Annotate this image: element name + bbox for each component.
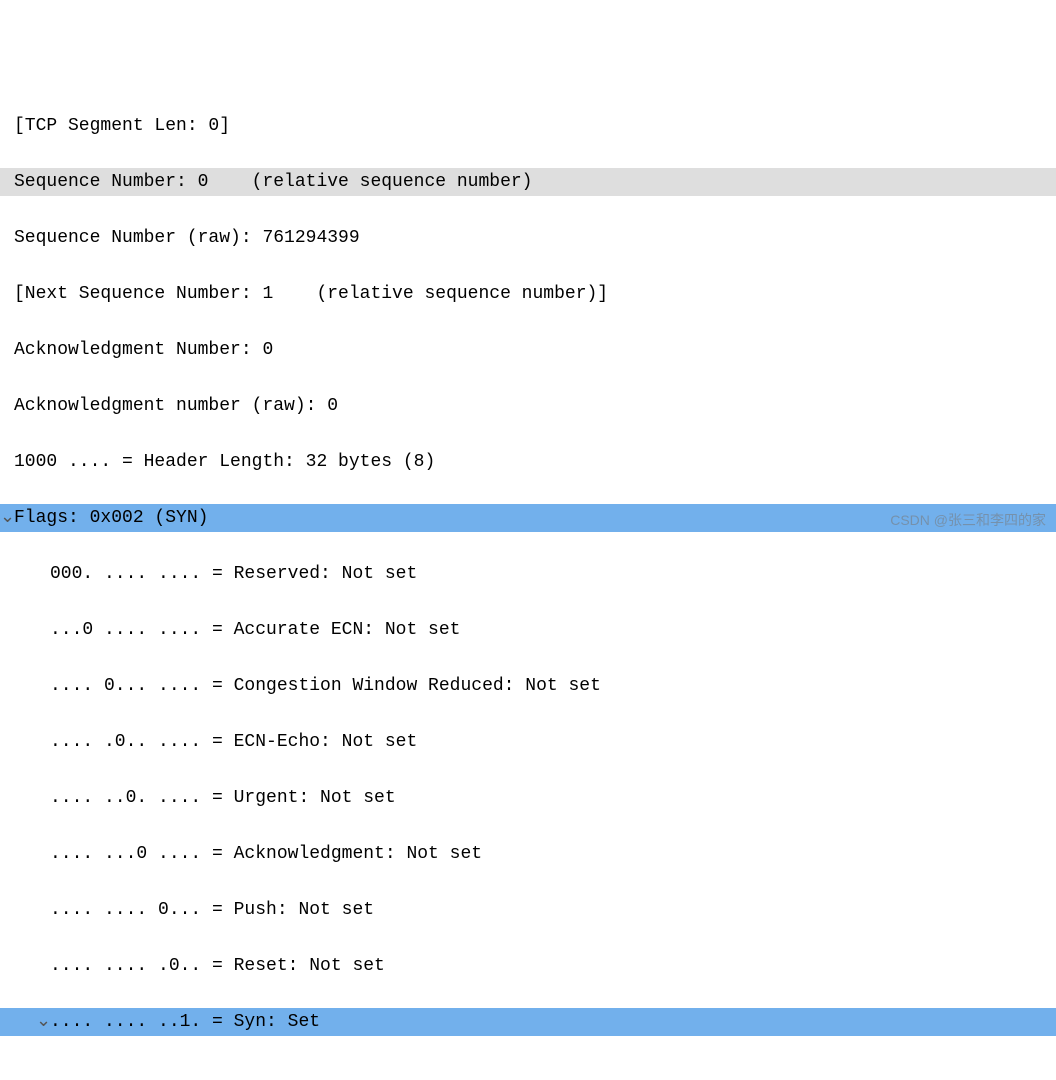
field-text: .... .... 0... = Push: Not set <box>50 896 374 924</box>
field-text: .... ..0. .... = Urgent: Not set <box>50 784 396 812</box>
flag-ack[interactable]: .... ...0 .... = Acknowledgment: Not set <box>0 840 1056 868</box>
watermark-text: CSDN @张三和李四的家 <box>890 506 1046 534</box>
flag-reset[interactable]: .... .... .0.. = Reset: Not set <box>0 952 1056 980</box>
acknowledgment-number-raw[interactable]: Acknowledgment number (raw): 0 <box>0 392 1056 420</box>
flag-ecn-echo[interactable]: .... .0.. .... = ECN-Echo: Not set <box>0 728 1056 756</box>
chevron-down-icon[interactable]: ⌄ <box>0 504 14 532</box>
tcp-segment-len[interactable]: [TCP Segment Len: 0] <box>0 112 1056 140</box>
next-sequence-number[interactable]: [Next Sequence Number: 1 (relative seque… <box>0 280 1056 308</box>
flag-push[interactable]: .... .... 0... = Push: Not set <box>0 896 1056 924</box>
header-length[interactable]: 1000 .... = Header Length: 32 bytes (8) <box>0 448 1056 476</box>
sequence-number-raw[interactable]: Sequence Number (raw): 761294399 <box>0 224 1056 252</box>
field-text: 000. .... .... = Reserved: Not set <box>50 560 417 588</box>
field-text: .... .... ..1. = Syn: Set <box>50 1008 320 1036</box>
field-text: 1000 .... = Header Length: 32 bytes (8) <box>14 448 435 476</box>
field-text: Acknowledgment number (raw): 0 <box>14 392 338 420</box>
sequence-number-relative[interactable]: Sequence Number: 0 (relative sequence nu… <box>0 168 1056 196</box>
field-text: [TCP Segment Len: 0] <box>14 112 230 140</box>
field-text: .... ...0 .... = Acknowledgment: Not set <box>50 840 482 868</box>
field-text: Flags: 0x002 (SYN) <box>14 504 208 532</box>
field-text: .... .0.. .... = ECN-Echo: Not set <box>50 728 417 756</box>
field-text: Sequence Number (raw): 761294399 <box>14 224 360 252</box>
flag-cwr[interactable]: .... 0... .... = Congestion Window Reduc… <box>0 672 1056 700</box>
field-text: .... 0... .... = Congestion Window Reduc… <box>50 672 601 700</box>
field-text: Sequence Number: 0 (relative sequence nu… <box>14 168 532 196</box>
field-text: .... .... .0.. = Reset: Not set <box>50 952 385 980</box>
field-text: Acknowledgment Number: 0 <box>14 336 273 364</box>
flag-syn-row[interactable]: ⌄.... .... ..1. = Syn: Set <box>0 1008 1056 1036</box>
chevron-down-icon[interactable]: ⌄ <box>36 1008 50 1036</box>
flag-urgent[interactable]: .... ..0. .... = Urgent: Not set <box>0 784 1056 812</box>
field-text: [Next Sequence Number: 1 (relative seque… <box>14 280 608 308</box>
flag-accurate-ecn[interactable]: ...0 .... .... = Accurate ECN: Not set <box>0 616 1056 644</box>
acknowledgment-number[interactable]: Acknowledgment Number: 0 <box>0 336 1056 364</box>
flag-reserved[interactable]: 000. .... .... = Reserved: Not set <box>0 560 1056 588</box>
field-text: ...0 .... .... = Accurate ECN: Not set <box>50 616 460 644</box>
